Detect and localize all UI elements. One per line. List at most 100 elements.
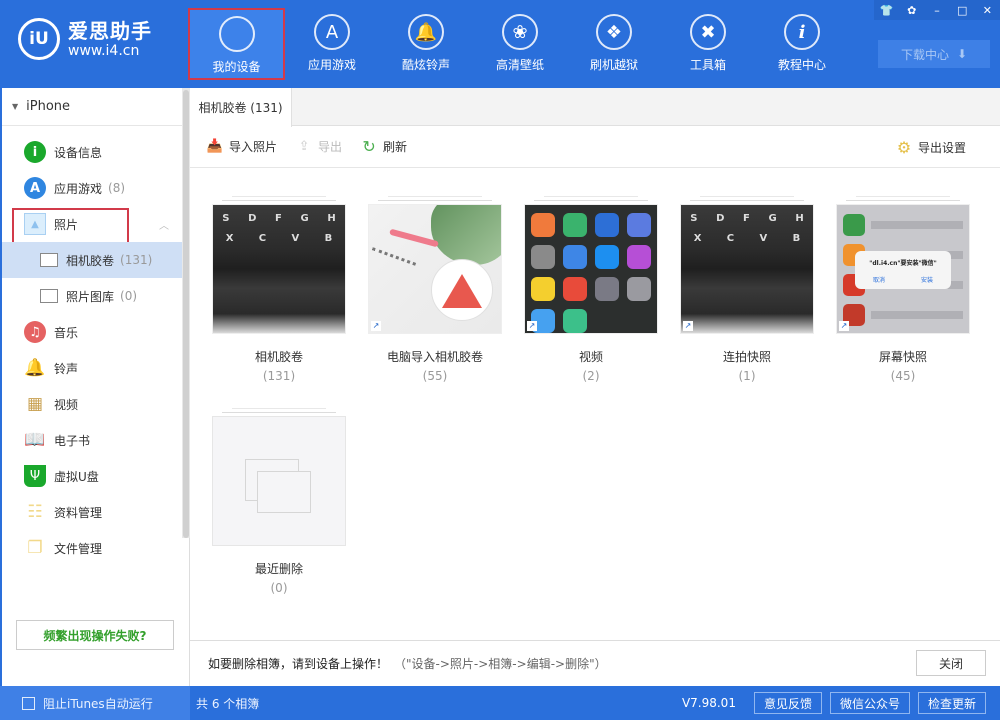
dialog-cancel: 取消 xyxy=(872,277,885,284)
sidebar-item-0[interactable]: i 设备信息 xyxy=(2,134,189,170)
device-selector[interactable]: ▼ iPhone xyxy=(2,88,189,126)
app-icon xyxy=(595,213,619,237)
nav-item-5[interactable]: ✖ 工具箱 xyxy=(661,8,755,80)
app-icon xyxy=(531,277,555,301)
key-label: D xyxy=(248,213,257,224)
usb-icon: Ψ xyxy=(24,465,46,487)
album-name: 最近删除 xyxy=(254,562,303,576)
key-label: B xyxy=(324,233,333,244)
dropbox-icon: ❖ xyxy=(596,14,632,50)
app-header: iU 爱思助手 www.i4.cn 我的设备 A 应用游戏 🔔 酷炫铃声 ❀ 高清壁纸 ❖ 刷机… xyxy=(0,0,1000,88)
scrollbar-thumb[interactable] xyxy=(183,90,189,538)
sidebar-item-10[interactable]: ☷ 资料管理 xyxy=(2,494,189,530)
main-panel: 相机胶卷 (131) 📥 导入照片 ⇪ 导出 ↻ 刷新 ⚙ 导出设置 S D F G H… xyxy=(190,88,1000,686)
album-screen[interactable]: "dl.i4.cn"要安装"微信" 取消 安装 ↗ 屏幕快照 (45) xyxy=(836,196,970,383)
check-update-button[interactable]: 检查更新 xyxy=(917,692,986,714)
dialog-install: 安装 xyxy=(920,277,933,284)
export-button[interactable]: ⇪ 导出 xyxy=(295,138,342,155)
music-icon: ♫ xyxy=(24,321,46,343)
chevron-up-icon[interactable]: ︿ xyxy=(159,217,169,232)
sidebar-item-7[interactable]: ▦ 视频 xyxy=(2,386,189,422)
info-icon: i xyxy=(24,141,46,163)
itunes-checkbox[interactable] xyxy=(22,696,35,710)
maximize-icon[interactable]: □ xyxy=(952,4,972,17)
sidebar-item-6[interactable]: 🔔 铃声 xyxy=(2,350,189,386)
close-icon[interactable]: ✕ xyxy=(977,4,997,17)
sidebar-item-label: 文件管理 xyxy=(54,541,103,556)
export-label: 导出 xyxy=(318,140,343,154)
files-icon: ❐ xyxy=(27,538,43,558)
app-icon xyxy=(595,277,619,301)
nav-item-3[interactable]: ❀ 高清壁纸 xyxy=(473,8,567,80)
album-thumbnail: ↗ xyxy=(524,204,658,334)
refresh-button[interactable]: ↻ 刷新 xyxy=(360,137,407,156)
feedback-button[interactable]: 意见反馈 xyxy=(753,692,822,714)
version-label: V7.98.01 xyxy=(681,696,736,710)
key-label: V xyxy=(291,233,300,244)
album-thumbnail: S D F G H X C V B ↗ xyxy=(680,204,814,334)
contacts-icon: ☷ xyxy=(27,502,43,522)
sidebar-item-label: 电子书 xyxy=(54,433,91,448)
import-photos-button[interactable]: 📥 导入照片 xyxy=(206,138,277,155)
app-icon xyxy=(627,213,651,237)
key-label: V xyxy=(759,233,768,244)
album-keyboard[interactable]: S D F G H X C V B 相机胶卷 (131) xyxy=(212,196,346,383)
album-desk[interactable]: ↗ 电脑导入相机胶卷 (55) xyxy=(368,196,502,383)
info-icon: i xyxy=(784,14,820,50)
app-icon xyxy=(531,213,555,237)
settings-icon[interactable]: ✿ xyxy=(902,4,922,17)
album-phone[interactable]: ↗ 视频 (2) xyxy=(524,196,658,383)
key-label: H xyxy=(327,213,336,224)
bell-icon: 🔔 xyxy=(24,358,46,378)
tab-camera-roll[interactable]: 相机胶卷 (131) xyxy=(190,88,292,127)
tools-icon: ✖ xyxy=(690,14,726,50)
nav-item-0[interactable]: 我的设备 xyxy=(188,8,285,80)
album-count: (2) xyxy=(582,369,600,383)
sidebar-item-5[interactable]: ♫ 音乐 xyxy=(2,314,189,350)
sidebar-item-1[interactable]: A 应用游戏 (8) xyxy=(2,170,189,206)
album-count: (131) xyxy=(262,369,296,383)
download-center-button[interactable]: 下载中心 ⬇ xyxy=(878,40,990,68)
triangle-down-icon: ▼ xyxy=(12,102,19,111)
sidebar-item-4[interactable]: 照片图库 (0) xyxy=(2,278,189,314)
import-label: 导入照片 xyxy=(229,140,278,154)
app-icon xyxy=(627,245,651,269)
apple-icon xyxy=(218,16,255,52)
itunes-checkbox-label: 阻止iTunes自动运行 xyxy=(43,696,153,711)
nav-item-2[interactable]: 🔔 酷炫铃声 xyxy=(379,8,473,80)
sidebar-item-11[interactable]: ❐ 文件管理 xyxy=(2,530,189,566)
photo-icon: ▲ xyxy=(24,213,46,235)
sidebar: ▼ iPhone i 设备信息 A 应用游戏 (8) ▲ 照片 ︿ 相机胶卷 (131) 照片图库 (… xyxy=(0,88,190,686)
device-name: iPhone xyxy=(26,99,71,114)
minimize-icon[interactable]: – xyxy=(927,4,947,17)
album-name: 电脑导入相机胶卷 xyxy=(386,350,483,364)
app-icon xyxy=(531,245,555,269)
close-button[interactable]: 关闭 xyxy=(916,650,986,676)
skin-icon[interactable]: 👕 xyxy=(877,4,897,17)
nav-label: 工具箱 xyxy=(689,58,726,72)
app-icon xyxy=(563,245,587,269)
export-settings-button[interactable]: ⚙ 导出设置 xyxy=(895,126,966,168)
help-button[interactable]: 频繁出现操作失败? xyxy=(16,620,174,650)
refresh-icon: ↻ xyxy=(362,137,376,156)
sidebar-item-3[interactable]: 相机胶卷 (131) xyxy=(2,242,189,278)
tab-bar: 相机胶卷 (131) xyxy=(190,88,1000,127)
app-icon xyxy=(595,245,619,269)
block-itunes-toggle[interactable]: 阻止iTunes自动运行 xyxy=(0,686,190,720)
album-empty[interactable]: 最近删除 (0) xyxy=(212,408,346,595)
key-label: S xyxy=(690,213,698,224)
nav-item-4[interactable]: ❖ 刷机越狱 xyxy=(567,8,661,80)
nav-item-1[interactable]: A 应用游戏 xyxy=(285,8,379,80)
logo-mark: iU xyxy=(18,18,60,60)
album-keyboard[interactable]: S D F G H X C V B ↗ 连拍快照 (1) xyxy=(680,196,814,383)
shortcut-arrow-icon: ↗ xyxy=(683,321,693,331)
nav-item-6[interactable]: i 教程中心 xyxy=(755,8,849,80)
sidebar-item-label: 应用游戏 xyxy=(54,181,103,196)
wechat-button[interactable]: 微信公众号 xyxy=(829,692,910,714)
key-label: S xyxy=(222,213,230,224)
sidebar-item-label: 设备信息 xyxy=(54,145,103,160)
sidebar-item-2[interactable]: ▲ 照片 ︿ xyxy=(2,206,189,246)
sidebar-item-9[interactable]: Ψ 虚拟U盘 xyxy=(2,458,189,494)
album-count: (1) xyxy=(738,369,756,383)
sidebar-item-8[interactable]: 📖 电子书 xyxy=(2,422,189,458)
